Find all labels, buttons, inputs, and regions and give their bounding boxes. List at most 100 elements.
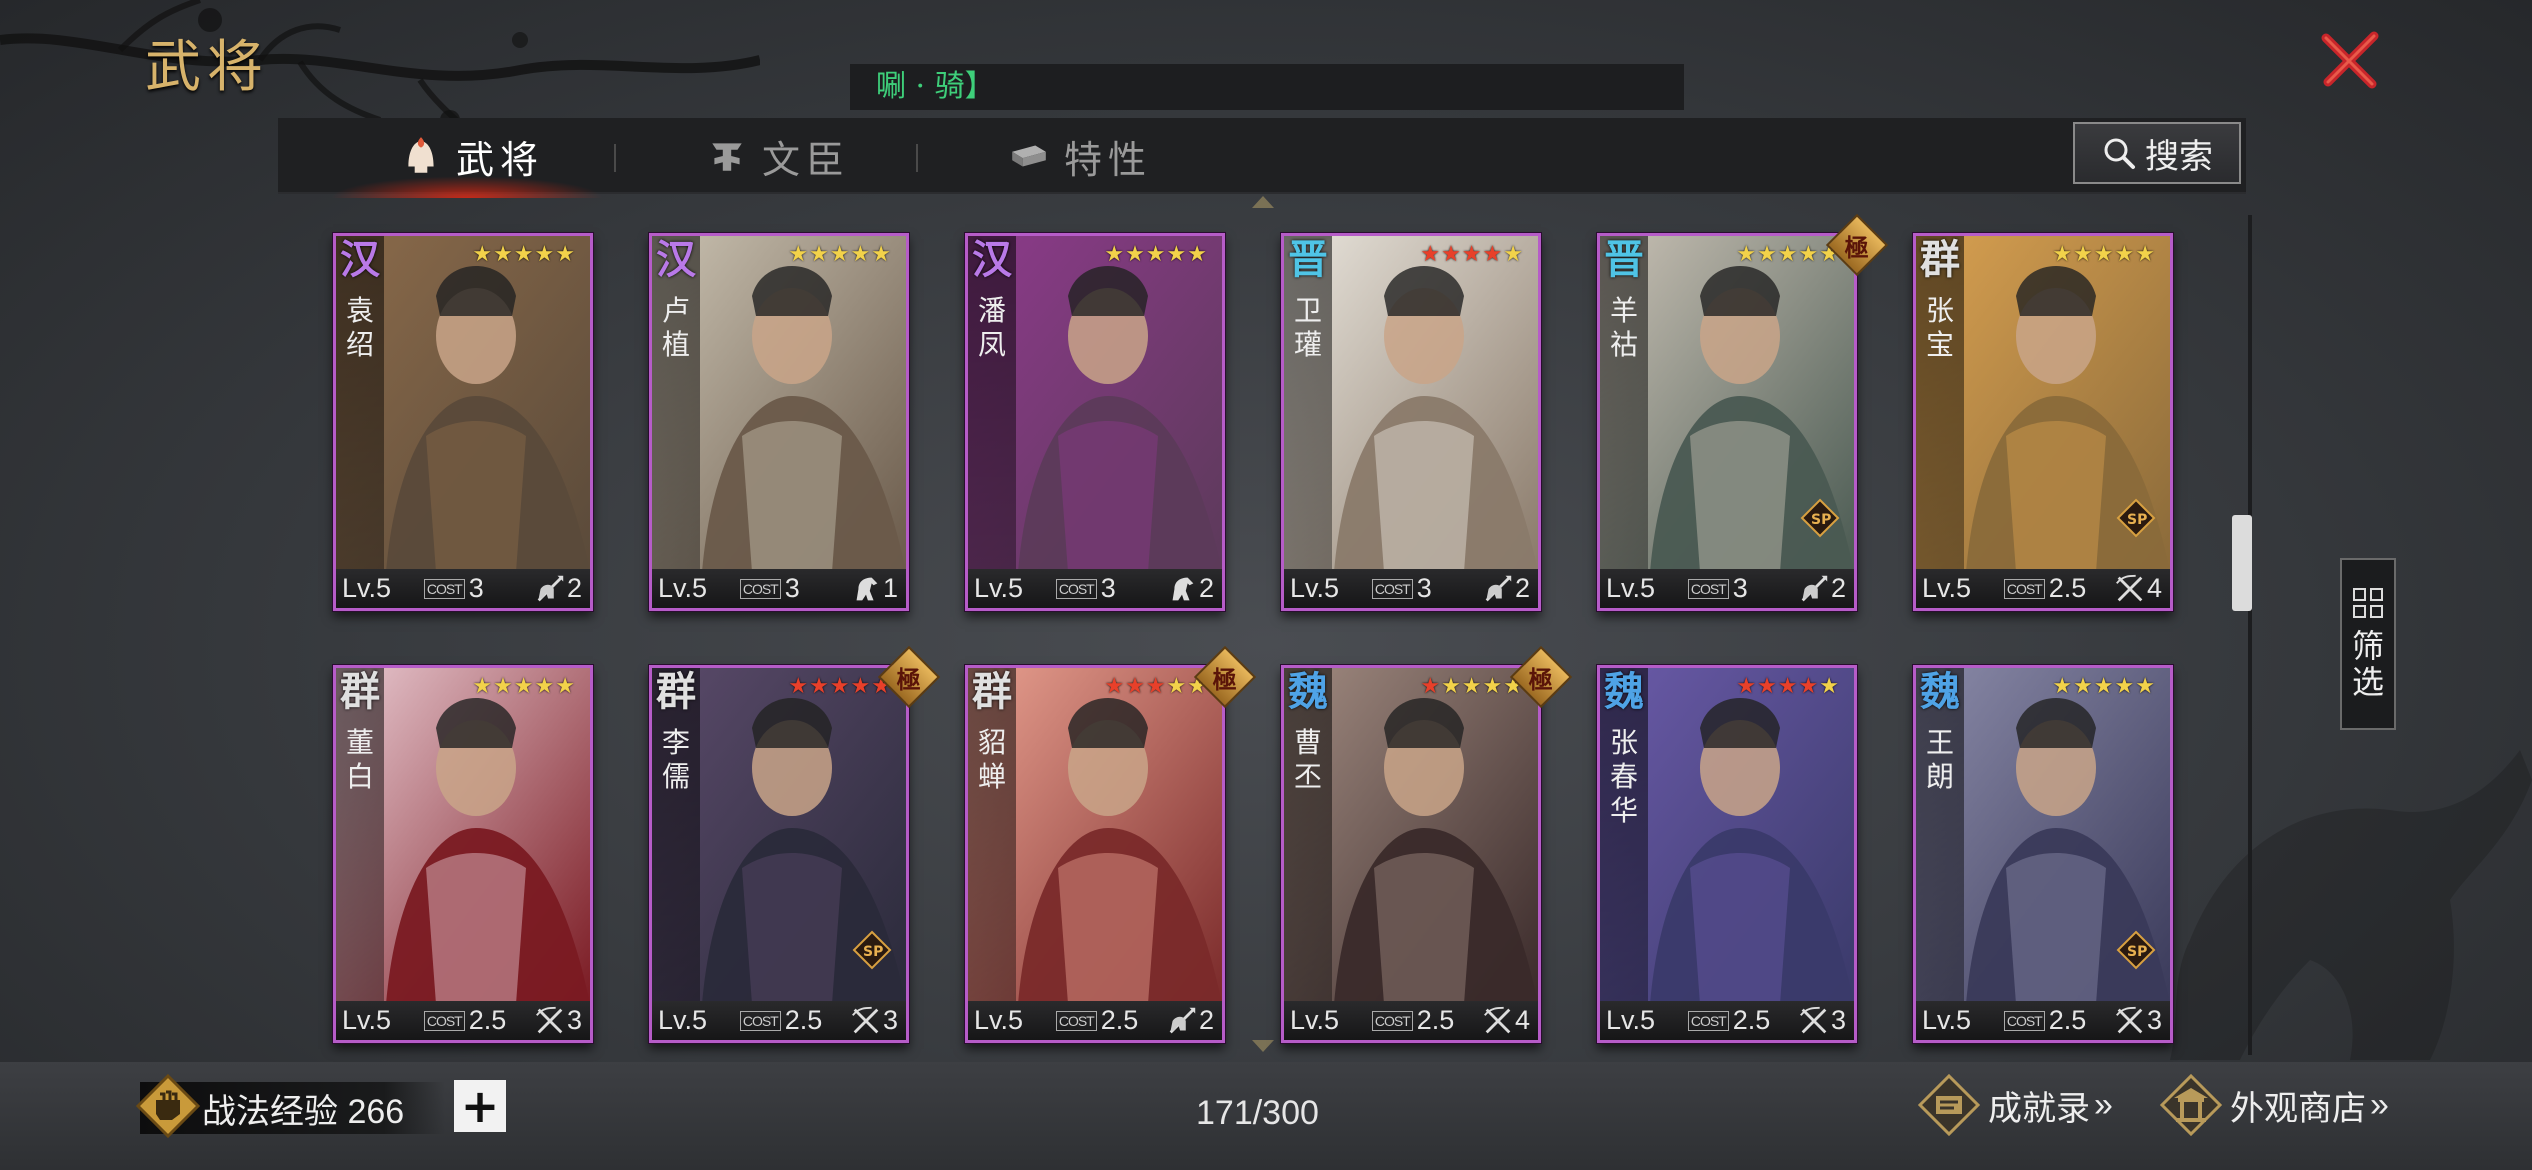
scroll-down-indicator: [1252, 1040, 1274, 1052]
general-card[interactable]: 汉袁绍 ★★★★★ Lv.5 COST 3 2: [333, 233, 593, 611]
name-strip: [652, 668, 700, 1004]
svg-text:SP: SP: [2127, 512, 2147, 528]
cost-display: COST 2.5: [1055, 1005, 1165, 1036]
general-level: Lv.5: [342, 573, 392, 603]
card-stats-bar: Lv.5 COST 2.5 3: [1916, 1001, 2170, 1040]
achievements-link[interactable]: 成就录»: [1918, 1070, 2113, 1140]
scroll-up-indicator: [1252, 196, 1274, 208]
shop-label: 外观商店: [2230, 1089, 2366, 1128]
star-rating: ★★★★★: [1736, 242, 1840, 267]
star-rating: ★★★★★: [2052, 674, 2156, 699]
extreme-badge-label: 極: [1845, 232, 1869, 262]
general-card[interactable]: 群张宝 ★★★★★ SP Lv.5 COST 2.5 4: [1913, 233, 2173, 611]
unit-type: 3: [1797, 1004, 1846, 1038]
crossbow-icon: [2115, 574, 2143, 601]
grid-icon: [2353, 588, 2383, 618]
card-stats-bar: Lv.5 COST 3 2: [336, 569, 590, 608]
scrollbar-track[interactable]: [2248, 215, 2252, 1055]
tab-traits[interactable]: 特性: [1008, 118, 1152, 194]
name-strip: [1284, 236, 1332, 572]
name-strip: [336, 668, 384, 1004]
card-stats-bar: Lv.5 COST 2.5 4: [1916, 569, 2170, 608]
cost-value: 2.5: [1732, 1005, 1771, 1035]
extreme-badge-label: 極: [897, 664, 921, 694]
cost-display: COST 3: [423, 573, 533, 604]
general-name: 曹丕: [1293, 726, 1322, 793]
cost-value: 2.5: [468, 1005, 507, 1035]
cost-display: COST 2.5: [739, 1005, 849, 1036]
sp-badge-icon: SP: [852, 930, 892, 970]
faction-label: 汉: [972, 236, 1012, 283]
unit-type: 2: [533, 572, 582, 606]
cost-display: COST 3: [1687, 573, 1797, 604]
general-level: Lv.5: [658, 573, 708, 603]
card-stats-bar: Lv.5 COST 3 1: [652, 569, 906, 608]
svg-text:SP: SP: [1811, 512, 1831, 528]
general-level: Lv.5: [974, 573, 1024, 603]
filter-button[interactable]: 筛选: [2340, 558, 2396, 730]
unit-type: 2: [1797, 572, 1846, 606]
cost-display: COST 2.5: [2003, 573, 2113, 604]
unit-type: 3: [849, 1004, 898, 1038]
crossbow-icon: [1799, 1006, 1827, 1033]
unit-value: 4: [2146, 573, 2162, 603]
cost-icon: COST: [2003, 1010, 2045, 1031]
unit-type: 3: [2113, 1004, 2162, 1038]
double-chevron-right-icon: »: [2094, 1085, 2113, 1124]
cost-icon: COST: [423, 578, 465, 599]
card-stats-bar: Lv.5 COST 3 2: [968, 569, 1222, 608]
general-card[interactable]: 晋羊祜 ★★★★★ SP Lv.5 COST 3 2: [1597, 233, 1857, 611]
achievements-label: 成就录: [1988, 1089, 2090, 1128]
crossbow-icon: [535, 1006, 563, 1033]
general-card[interactable]: 群李儒 ★★★★★ SP Lv.5 COST 2.5 3: [649, 665, 909, 1043]
general-card[interactable]: 群董白 ★★★★★ Lv.5 COST 2.5 3: [333, 665, 593, 1043]
unit-value: 2: [1514, 573, 1530, 603]
faction-label: 群: [972, 668, 1012, 715]
star-rating: ★★★★★: [1104, 242, 1208, 267]
general-card[interactable]: 汉潘凤 ★★★★★ Lv.5 COST 3 2: [965, 233, 1225, 611]
unit-value: 4: [1514, 1005, 1530, 1035]
cost-icon: COST: [1371, 578, 1413, 599]
general-level: Lv.5: [658, 1005, 708, 1035]
tab-generals[interactable]: 武将: [329, 118, 605, 198]
name-strip: [968, 236, 1016, 572]
appearance-shop-link[interactable]: 外观商店»: [2160, 1070, 2389, 1140]
cost-display: COST 3: [739, 573, 849, 604]
cavalry-spear-icon: [537, 575, 564, 601]
tab-label: 武将: [456, 137, 545, 182]
crossbow-icon: [2115, 1006, 2143, 1033]
star-rating: ★★★★★: [788, 674, 892, 699]
name-strip: [1916, 668, 1964, 1004]
general-card[interactable]: 魏曹丕 ★★★★★ Lv.5 COST 2.5 4: [1281, 665, 1541, 1043]
unit-value: 2: [1198, 1005, 1214, 1035]
general-level: Lv.5: [1922, 1005, 1972, 1035]
cost-display: COST 3: [1055, 573, 1165, 604]
horse-icon: [856, 577, 878, 600]
card-stats-bar: Lv.5 COST 2.5 3: [336, 1001, 590, 1040]
star-rating: ★★★★★: [1420, 674, 1524, 699]
extreme-badge: 極: [1825, 213, 1889, 277]
name-strip: [1600, 236, 1648, 572]
cost-value: 3: [468, 573, 484, 603]
scrollbar-thumb[interactable]: [2232, 515, 2252, 611]
general-card[interactable]: 汉卢植 ★★★★★ Lv.5 COST 3 1: [649, 233, 909, 611]
general-card[interactable]: 晋卫瓘 ★★★★★ Lv.5 COST 3 2: [1281, 233, 1541, 611]
cost-value: 3: [1100, 573, 1116, 603]
search-button[interactable]: 搜索: [2073, 122, 2241, 184]
general-card[interactable]: 魏王朗 ★★★★★ SP Lv.5 COST 2.5 3: [1913, 665, 2173, 1043]
horse-icon: [1172, 577, 1194, 600]
faction-label: 魏: [1604, 668, 1644, 715]
general-card[interactable]: 魏张春华 ★★★★★ Lv.5 COST 2.5 3: [1597, 665, 1857, 1043]
close-x-icon[interactable]: [2318, 28, 2382, 92]
add-exp-button[interactable]: +: [454, 1079, 506, 1133]
tab-ministers[interactable]: 文臣: [706, 118, 850, 194]
unit-value: 2: [1198, 573, 1214, 603]
cost-icon: COST: [1055, 578, 1097, 599]
cavalry-spear-icon: [1485, 575, 1512, 601]
general-card[interactable]: 群貂蝉 ★★★★★ Lv.5 COST 2.5 2: [965, 665, 1225, 1043]
unit-value: 2: [1830, 573, 1846, 603]
unit-value: 3: [882, 1005, 898, 1035]
general-name: 貂蝉: [977, 726, 1006, 793]
tab-divider: [614, 144, 616, 172]
card-stats-bar: Lv.5 COST 2.5 4: [1284, 1001, 1538, 1040]
